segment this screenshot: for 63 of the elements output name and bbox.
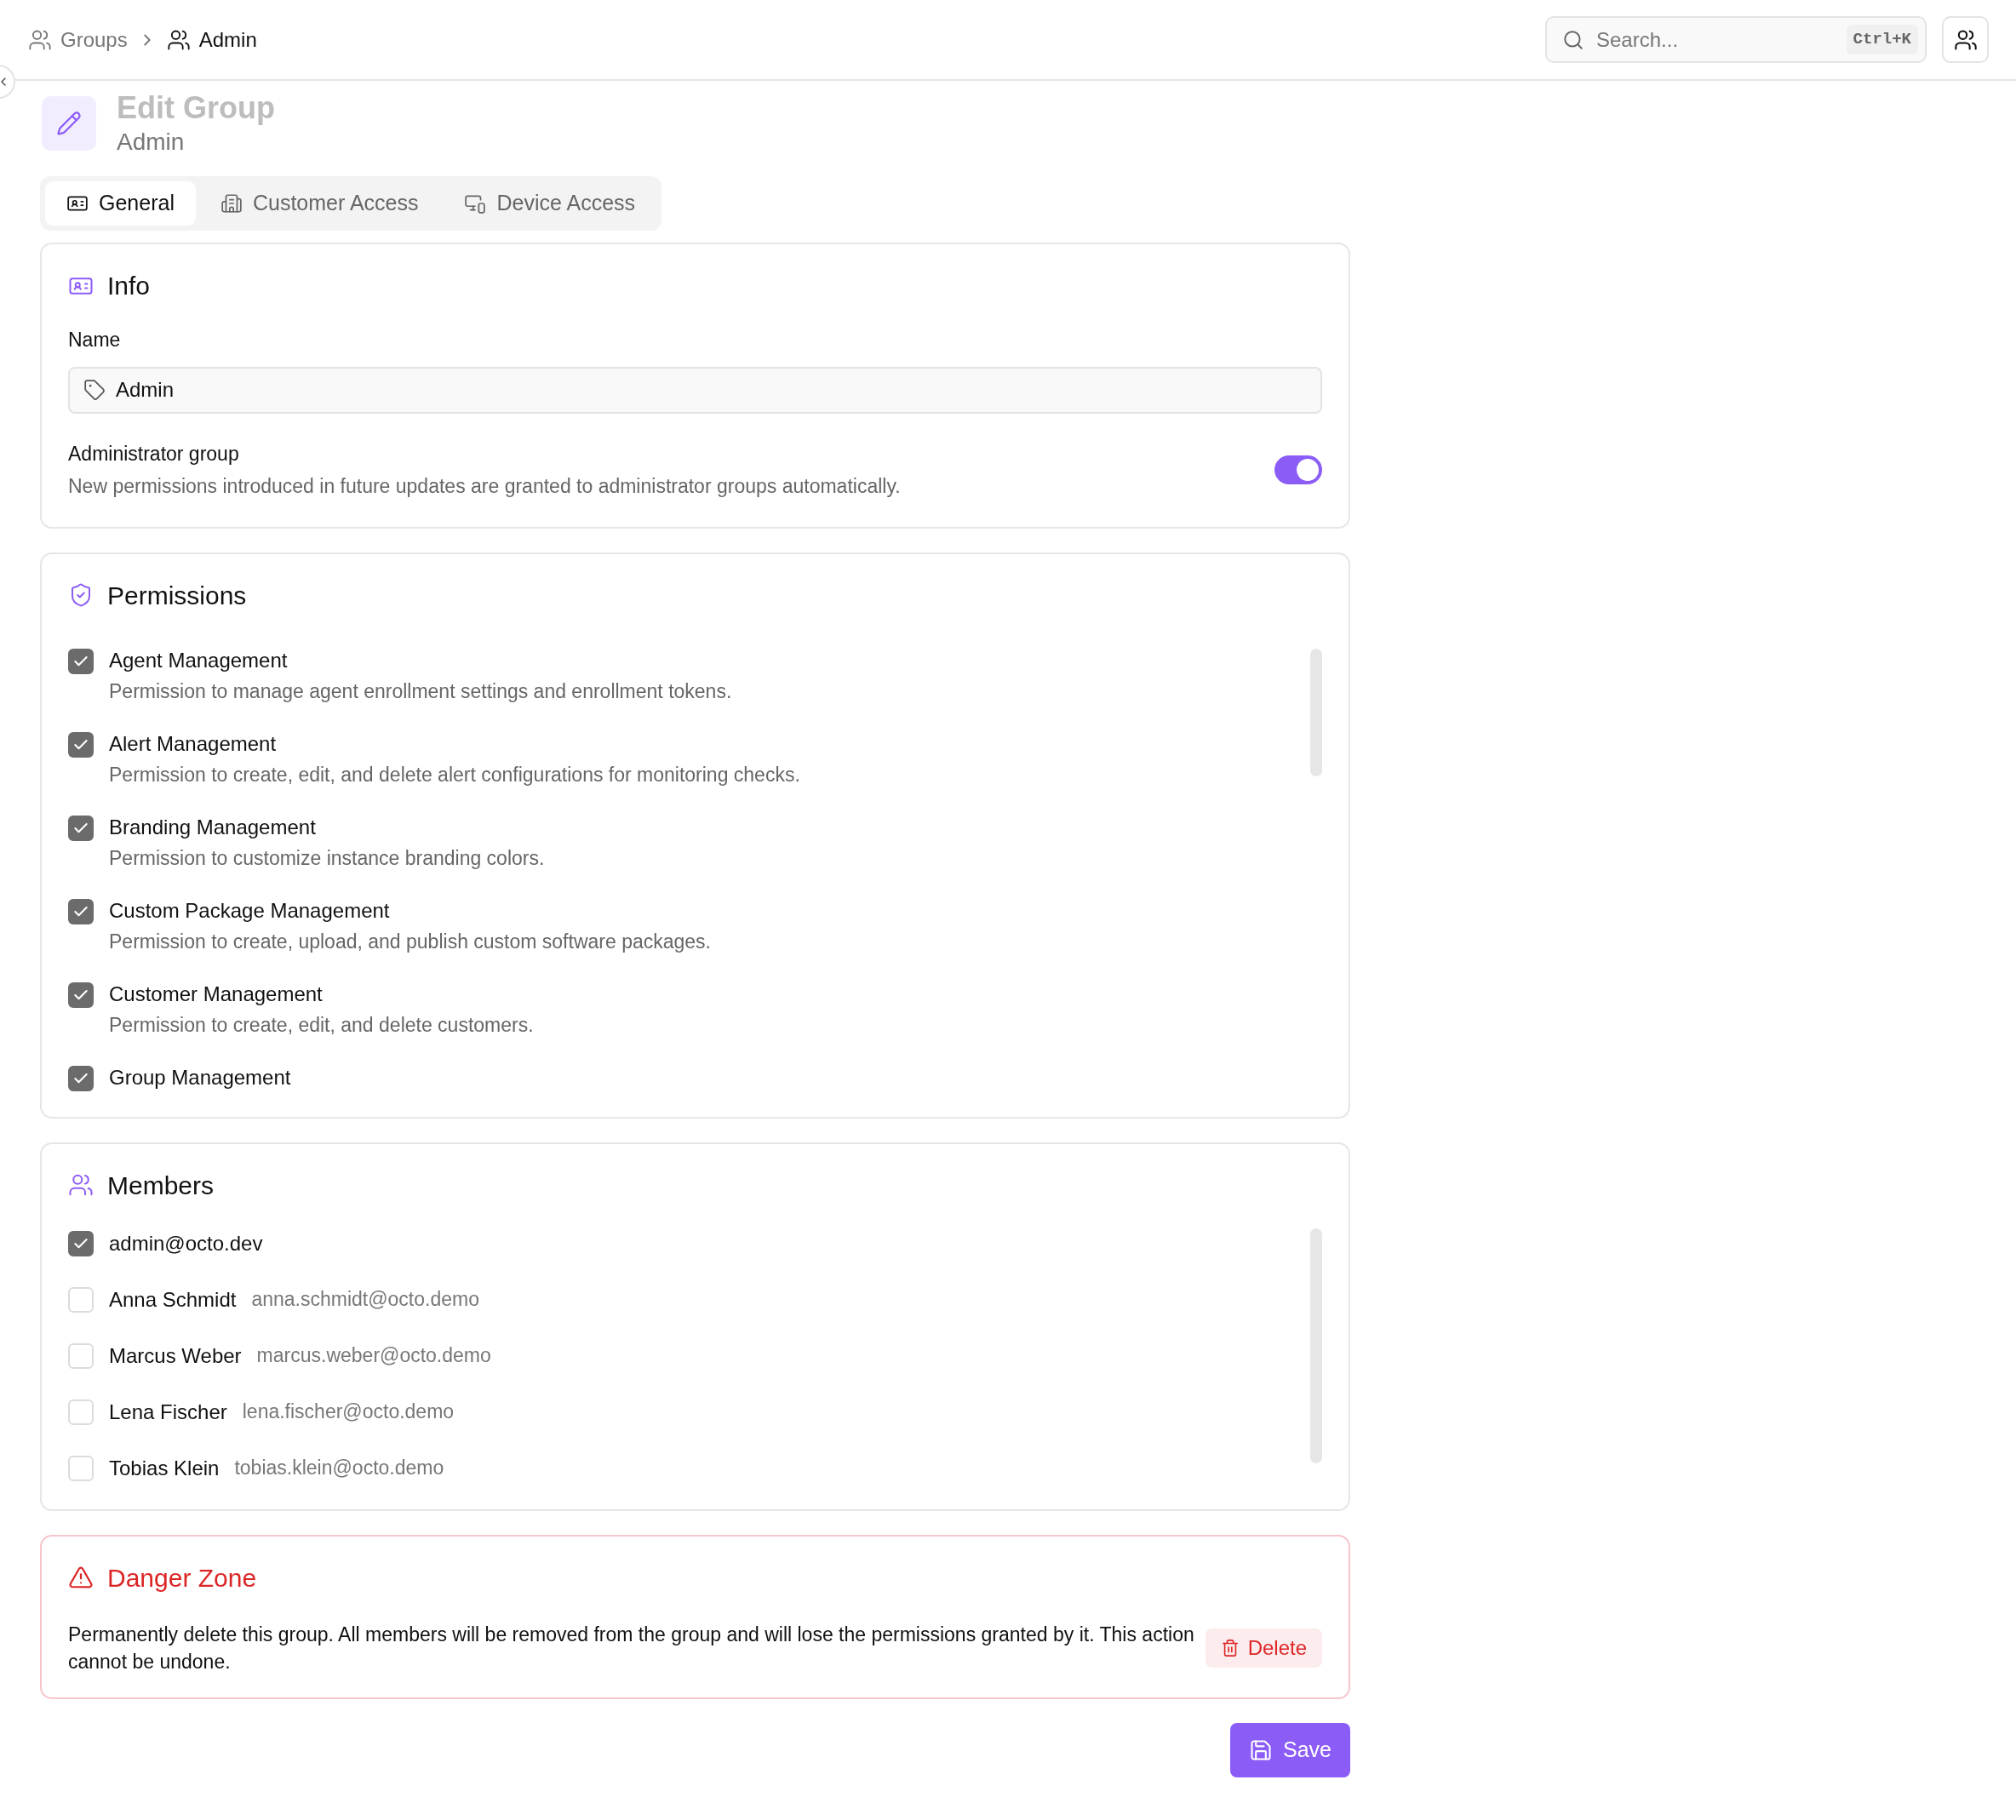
tab[interactable]: Device Access <box>443 181 657 226</box>
tab[interactable]: General <box>45 181 196 226</box>
users-icon <box>68 1172 94 1198</box>
member-name: Tobias Klein <box>109 1455 220 1481</box>
card-title: Info <box>107 271 151 301</box>
warning-icon <box>68 1565 94 1590</box>
member-name: Anna Schmidt <box>109 1286 237 1313</box>
card-title: Danger Zone <box>107 1562 257 1594</box>
permission-description: Permission to customize instance branding colors. <box>109 845 545 870</box>
delete-button[interactable]: Delete <box>1205 1628 1322 1668</box>
tag-icon <box>83 379 106 401</box>
search-icon <box>1562 28 1584 51</box>
permission-description: Permission to create, edit, and delete alert configurations for monitoring checks. <box>109 762 800 787</box>
field-label: Name <box>68 328 122 352</box>
card-title: Members <box>107 1170 215 1201</box>
permission-name: Agent Management <box>109 648 289 672</box>
checkbox[interactable] <box>68 982 94 1008</box>
scrollbar[interactable] <box>1310 1228 1322 1463</box>
member-email: anna.schmidt@octo.demo <box>251 1287 479 1313</box>
permission-description: Permission to create, edit, and delete customers. <box>109 1012 534 1037</box>
name-field[interactable]: Admin <box>68 366 1322 414</box>
devices-icon <box>464 192 487 215</box>
permission-name: Branding Management <box>109 815 317 839</box>
account-button[interactable] <box>1942 16 1989 63</box>
checkbox[interactable] <box>68 898 94 924</box>
card-title: Permissions <box>107 580 247 611</box>
checkbox[interactable] <box>68 648 94 674</box>
permission-name: Alert Management <box>109 731 278 756</box>
permission-name: Custom Package Management <box>109 898 391 923</box>
trash-icon <box>1220 1638 1240 1657</box>
save-button[interactable]: Save <box>1230 1722 1350 1777</box>
member-name: Lena Fischer <box>109 1399 227 1425</box>
save-icon <box>1249 1737 1273 1762</box>
warning-text: Permanently delete this group. All members will be removed from the group and will lose the permissions granted by it. This action cannot be undone. <box>68 1622 1195 1674</box>
checkbox[interactable] <box>68 1230 94 1256</box>
search-input[interactable]: Search... <box>1596 24 1835 55</box>
permission-description: Permission to create, upload, and publish custom software packages. <box>109 929 711 953</box>
page-title: Edit Group <box>117 89 275 127</box>
permission-name: Customer Management <box>109 982 324 1006</box>
search-field[interactable]: Search... Ctrl+K <box>1545 16 1927 63</box>
permission-description: Permission to manage agent enrollment settings and enrollment tokens. <box>109 678 732 703</box>
setting-label: Administrator group <box>68 441 240 466</box>
page-subtitle: Admin <box>117 128 186 157</box>
member-email: marcus.weber@octo.demo <box>256 1343 491 1369</box>
checkbox[interactable] <box>68 815 94 841</box>
toggle-switch[interactable] <box>1274 455 1322 484</box>
pencil-icon <box>56 111 82 136</box>
member-email: lena.fischer@octo.demo <box>242 1399 455 1425</box>
name-input[interactable]: Admin <box>116 375 1307 405</box>
member-name: Marcus Weber <box>109 1342 242 1369</box>
member-email: tobias.klein@octo.demo <box>234 1456 444 1481</box>
scrollbar[interactable] <box>1310 648 1322 776</box>
tab[interactable]: Customer Access <box>198 181 440 226</box>
breadcrumb-link[interactable]: Admin <box>166 24 257 55</box>
permission-name: Group Management <box>109 1065 291 1090</box>
checkbox[interactable] <box>68 1065 94 1091</box>
setting-description: New permissions introduced in future updates are granted to administrator groups automatically. <box>68 474 901 499</box>
breadcrumb-link[interactable]: Groups <box>28 24 128 55</box>
shortcut-key: Ctrl+K <box>1846 25 1918 54</box>
users-icon <box>1953 27 1978 52</box>
building-icon <box>220 192 243 215</box>
member-name: admin@octo.dev <box>109 1230 263 1256</box>
checkbox[interactable] <box>68 731 94 758</box>
